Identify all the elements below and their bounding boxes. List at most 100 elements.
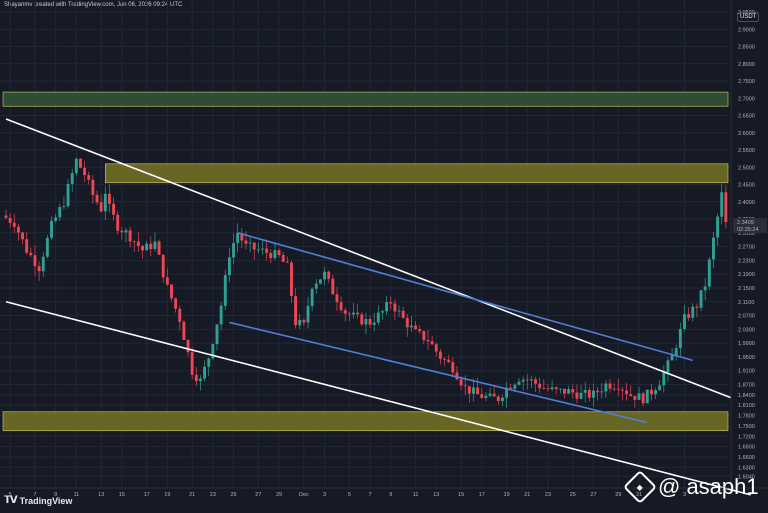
candle-body [128,230,132,242]
x-tick-label: 21 [524,492,530,498]
candle-body [285,261,289,263]
candle-body [323,271,327,280]
candle-body [190,352,194,375]
candle-body [612,388,616,390]
candle-body [554,387,558,390]
candle-body [50,220,53,238]
y-tick-label: 2.2700 [738,245,755,251]
candle-body [712,237,715,260]
candle-body [604,383,608,392]
x-tick-label: 7 [369,492,372,498]
y-tick-label: 2.1500 [738,286,755,292]
candle-body [223,275,227,306]
candle-body [58,206,62,218]
candle-body [265,248,269,253]
candle-body [302,319,306,323]
candle-body [422,331,426,341]
candle-body [62,206,66,207]
candle-body [550,387,554,390]
candle-body [691,306,695,318]
candle-body [716,216,720,238]
candle-body [70,173,74,184]
candle-body [484,395,488,399]
candle-body [318,279,322,284]
y-tick-label: 1.8400 [738,393,755,399]
y-tick-label: 2.6500 [738,114,755,120]
candle-body [25,239,29,253]
currency-unit-badge[interactable]: USDT [737,12,760,22]
candle-body [8,217,12,223]
candle-body [124,230,128,233]
candle-body [261,248,264,250]
y-tick-label: 2.9000 [738,27,755,33]
candle-body [99,202,103,212]
candle-body [294,296,298,326]
candle-body [87,175,91,180]
candle-body [269,252,273,259]
candle-body [12,222,16,227]
candle-body [248,242,252,244]
candle-body [683,314,686,329]
candle-body [654,390,657,395]
candle-body [232,243,235,258]
candle-body [596,390,600,393]
candle-body [215,324,219,345]
candle-body [368,318,372,325]
candle-body [529,379,533,381]
candle-body [347,313,351,315]
candle-body [170,284,173,299]
candle-body [579,392,583,399]
candle-body [372,322,376,325]
candle-body [116,214,120,231]
candle-body [699,290,703,308]
y-tick-label: 2.6000 [738,131,755,137]
candle-body [401,310,405,318]
candle-body [107,193,111,204]
candle-body [339,302,343,311]
candle-body [583,390,587,393]
candle-body [219,305,223,325]
price-chart[interactable]: 2.95002.90002.85002.80002.75002.70002.65… [0,0,768,513]
candle-body [443,358,446,360]
zone-resistance-upper [2,91,729,107]
y-tick-label: 1.8100 [738,403,755,409]
x-tick-label: 25 [230,492,236,498]
candle-body [641,393,645,404]
x-tick-label: Dec [299,492,309,498]
candle-body [405,317,409,328]
candle-body [575,392,579,399]
candle-body [203,366,207,379]
y-tick-label: 1.9500 [738,355,755,361]
x-tick-label: 27 [590,492,596,498]
candle-body [364,318,368,325]
candle-body [33,255,37,267]
candle-body [360,314,364,325]
candle-body [21,232,24,240]
candle-body [120,230,124,233]
candle-body [720,192,724,217]
tradingview-logo[interactable]: 𝗧𝗩 TradingView [4,495,72,506]
candle-body [393,303,397,312]
candle-body [236,233,240,244]
candle-body [41,256,45,272]
x-tick-label: 13 [98,492,104,498]
x-tick-label: 5 [348,492,351,498]
candle-body [194,374,198,382]
x-tick-label: 15 [119,492,125,498]
candle-body [397,310,401,312]
y-tick-label: 2.2300 [738,258,755,264]
candle-body [434,344,438,352]
candle-body [136,241,140,246]
candle-body [145,243,149,251]
candle-body [178,308,182,322]
candle-body [558,388,562,390]
candle-body [281,255,285,262]
candle-body [314,283,318,289]
candle-body [132,241,136,243]
candle-body [385,302,389,312]
x-tick-label: 23 [210,492,216,498]
candle-body [227,257,231,276]
candle-body [521,379,525,382]
candle-body [352,312,355,315]
candle-body [277,250,281,256]
